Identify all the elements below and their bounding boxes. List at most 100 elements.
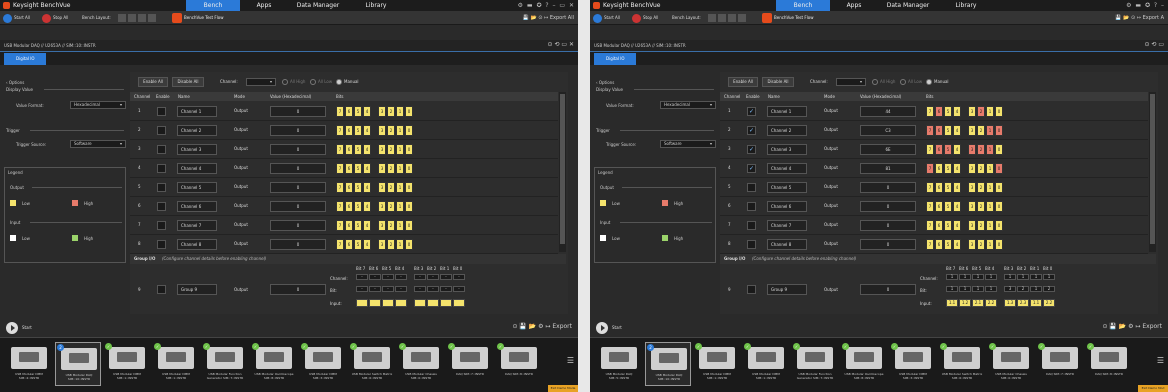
bit-1-toggle[interactable]: 1 [986,239,994,250]
instrument-tile[interactable]: ✓ USB Modular DMM SIM::3::INSTR [890,342,936,386]
instrument-tile[interactable]: USB Modular DAQ SIM::5::INSTR [596,342,642,386]
group-enable-checkbox[interactable] [747,285,756,294]
bit-1-toggle[interactable]: 1 [986,144,994,155]
group-bit-select[interactable]: 2 [1017,286,1029,292]
bit-3-toggle[interactable]: 3 [968,163,976,174]
bit-4-toggle[interactable]: 4 [363,163,371,174]
bit-7-toggle[interactable]: 7 [926,239,934,250]
group-bit-select[interactable]: 1 [972,286,984,292]
group-bit-select[interactable]: - [382,286,394,292]
bit-4-toggle[interactable]: 4 [363,125,371,136]
test-flow-button[interactable]: BenchVue Test Flow [762,13,814,23]
bit-7-toggle[interactable]: 7 [336,201,344,212]
tab-digital-io[interactable]: Digital IO [4,53,46,65]
bit-7-toggle[interactable]: 7 [336,220,344,231]
enable-checkbox[interactable] [747,183,756,192]
bit-4-toggle[interactable]: 4 [363,144,371,155]
bit-4-toggle[interactable]: 4 [953,163,961,174]
enable-checkbox[interactable] [157,183,166,192]
group-value-field[interactable]: 0 [270,284,326,295]
exit-demo-mode-button[interactable]: Exit Demo Mod [1138,385,1168,392]
bit-2-toggle[interactable]: 2 [977,182,985,193]
bit-6-toggle[interactable]: 6 [935,182,943,193]
enable-checkbox[interactable] [157,240,166,249]
group-name-field[interactable]: Group 9 [177,284,217,295]
bit-0-toggle[interactable]: 0 [405,144,413,155]
enable-checkbox[interactable] [157,126,166,135]
bit-7-toggle[interactable]: 7 [926,163,934,174]
menu-library[interactable]: Library [356,0,396,11]
bit-3-toggle[interactable]: 3 [968,182,976,193]
bit-2-toggle[interactable]: 2 [977,220,985,231]
instrument-tile[interactable]: ✓ DAQ SIM::7::INSTR [447,342,493,386]
bit-7-toggle[interactable]: 7 [926,182,934,193]
menu-data-manager[interactable]: Data Manager [878,0,938,11]
disable-all-button[interactable]: Disable All [762,77,794,87]
instrument-tile[interactable]: ✓ USB Modular Oscilloscope SIM::8::INSTR [841,342,887,386]
instrument-tile[interactable]: ✓ USB Modular DMM SIM::3::INSTR [300,342,346,386]
instrument-bottom-actions[interactable]: ⊙ 💾 📂 ⚙ ↦ Export [1102,323,1162,330]
instrument-tile[interactable]: ✓ USB Modular Oscilloscope SIM::8::INSTR [251,342,297,386]
bit-2-toggle[interactable]: 2 [387,220,395,231]
bit-1-toggle[interactable]: 1 [986,163,994,174]
table-scrollbar[interactable] [1149,92,1156,252]
channel-name-field[interactable]: Channel 3 [767,144,807,155]
bit-4-toggle[interactable]: 4 [363,220,371,231]
bit-2-toggle[interactable]: 2 [977,163,985,174]
bit-6-toggle[interactable]: 6 [935,239,943,250]
enable-checkbox[interactable] [747,221,756,230]
all-low-radio[interactable] [310,79,316,85]
menu-library[interactable]: Library [946,0,986,11]
bit-5-toggle[interactable]: 5 [944,125,952,136]
all-low-radio[interactable] [900,79,906,85]
bit-0-toggle[interactable]: 0 [995,106,1003,117]
bit-1-toggle[interactable]: 1 [986,106,994,117]
bit-0-toggle[interactable]: 0 [405,239,413,250]
bit-0-toggle[interactable]: 0 [995,220,1003,231]
instrument-tile[interactable]: ✓ USB Modular Function Generator SIM::7:… [202,342,248,386]
bit-6-toggle[interactable]: 6 [935,201,943,212]
hamburger-menu-icon[interactable]: ☰ [1157,356,1164,365]
bit-1-toggle[interactable]: 1 [986,125,994,136]
table-scrollbar[interactable] [559,92,566,252]
bit-0-toggle[interactable]: 0 [995,201,1003,212]
instrument-tile[interactable]: 2 USB Modular DAQ SIM::10::INSTR [645,342,691,386]
instrument-tile[interactable]: ✓ USB Modular DMM SIM::1::INSTR [694,342,740,386]
start-all-button[interactable]: Start All [593,13,620,23]
bit-4-toggle[interactable]: 4 [953,125,961,136]
channel-value-field[interactable]: 0 [270,201,326,212]
toolbar-right-actions[interactable]: 💾 📂 ⊙ ↦ Export A [1115,13,1164,23]
trigger-source-select[interactable]: Software ▾ [660,140,716,148]
bit-4-toggle[interactable]: 4 [953,182,961,193]
group-bit-select[interactable]: - [453,286,465,292]
group-bit-select[interactable]: - [427,286,439,292]
bit-5-toggle[interactable]: 5 [354,201,362,212]
menu-data-manager[interactable]: Data Manager [288,0,348,11]
bit-0-toggle[interactable]: 0 [995,239,1003,250]
menu-bench[interactable]: Bench [186,0,240,11]
bit-1-toggle[interactable]: 1 [396,201,404,212]
group-channel-select[interactable]: 1 [946,274,958,280]
group-channel-select[interactable]: 1 [1017,274,1029,280]
bit-3-toggle[interactable]: 3 [378,182,386,193]
bit-2-toggle[interactable]: 2 [387,163,395,174]
bit-7-toggle[interactable]: 7 [336,106,344,117]
bit-0-toggle[interactable]: 0 [995,163,1003,174]
channel-name-field[interactable]: Channel 2 [767,125,807,136]
bit-7-toggle[interactable]: 7 [336,163,344,174]
enable-checkbox[interactable]: ✓ [747,164,756,173]
enable-all-button[interactable]: Enable All [728,77,758,87]
bit-1-toggle[interactable]: 1 [396,182,404,193]
bit-3-toggle[interactable]: 3 [378,144,386,155]
bit-4-toggle[interactable]: 4 [363,201,371,212]
instrument-tile[interactable]: ✓ DAQ SIM::8::INSTR [1086,342,1132,386]
bit-0-toggle[interactable]: 0 [405,163,413,174]
group-enable-checkbox[interactable] [157,285,166,294]
enable-checkbox[interactable] [747,240,756,249]
bit-6-toggle[interactable]: 6 [345,220,353,231]
instrument-tile[interactable]: ✓ DAQ SIM::8::INSTR [496,342,542,386]
bit-4-toggle[interactable]: 4 [953,144,961,155]
bit-6-toggle[interactable]: 6 [935,163,943,174]
layout-option-1[interactable] [118,14,126,22]
bit-5-toggle[interactable]: 5 [354,239,362,250]
